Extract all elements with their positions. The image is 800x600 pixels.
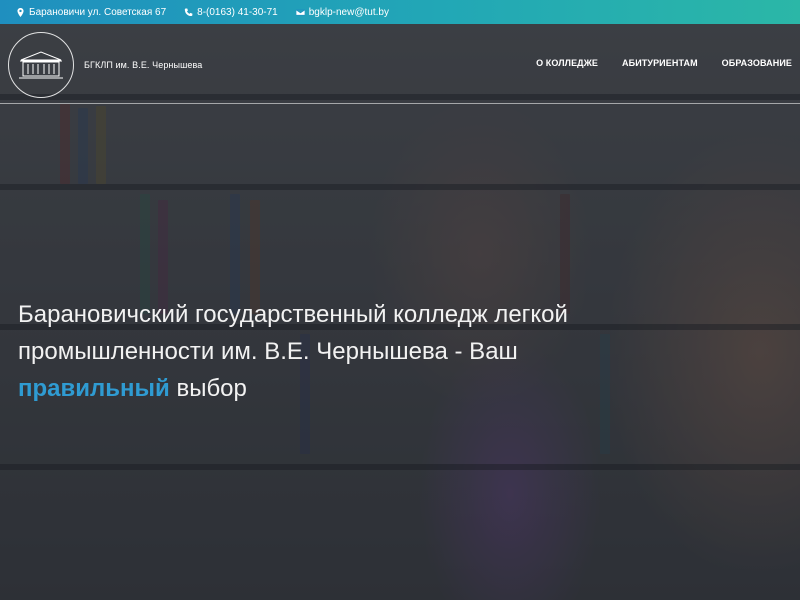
- phone-icon: [184, 7, 193, 17]
- location-pin-icon: [16, 7, 25, 17]
- college-building-icon[interactable]: [8, 32, 74, 98]
- envelope-icon: [295, 8, 305, 17]
- hero-headline: Барановичский государственный колледж ле…: [18, 296, 618, 407]
- headline-accent: правильный: [18, 375, 170, 402]
- headline-part2: выбор: [176, 375, 247, 402]
- main-nav: О КОЛЛЕДЖЕ АБИТУРИЕНТАМ ОБРАЗОВАНИЕ: [536, 58, 792, 68]
- logo-text[interactable]: БГКЛП им. В.Е. Чернышева: [84, 60, 202, 70]
- email-link[interactable]: bgklp-new@tut.by: [309, 7, 389, 18]
- contact-bar: Барановичи ул. Советская 67 8-(0163) 41-…: [0, 0, 800, 24]
- logo[interactable]: БГКЛП им. В.Е. Чернышева: [8, 32, 202, 98]
- headline-part1: Барановичский государственный колледж ле…: [18, 301, 568, 365]
- address-text: Барановичи ул. Советская 67: [29, 6, 167, 18]
- email-item[interactable]: bgklp-new@tut.by: [295, 7, 389, 18]
- site-header: БГКЛП им. В.Е. Чернышева О КОЛЛЕДЖЕ АБИТ…: [0, 24, 800, 104]
- nav-item-applicants[interactable]: АБИТУРИЕНТАМ: [622, 58, 698, 68]
- address-item: Барановичи ул. Советская 67: [16, 7, 166, 18]
- phone-item[interactable]: 8-(0163) 41-30-71: [184, 7, 278, 18]
- phone-text[interactable]: 8-(0163) 41-30-71: [197, 7, 278, 18]
- nav-item-education[interactable]: ОБРАЗОВАНИЕ: [722, 58, 792, 68]
- nav-item-about[interactable]: О КОЛЛЕДЖЕ: [536, 58, 598, 68]
